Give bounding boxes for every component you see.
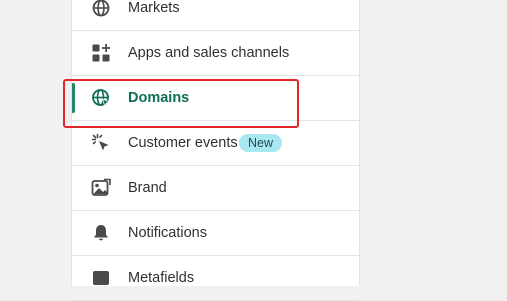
- nav-item-notifications[interactable]: Notifications: [72, 211, 359, 256]
- apps-icon: [91, 43, 111, 63]
- domain-globe-icon: [91, 88, 111, 108]
- cursor-click-icon: [91, 133, 111, 153]
- nav-item-apps-and-sales-channels[interactable]: Apps and sales channels: [72, 31, 359, 76]
- nav-item-brand[interactable]: Brand: [72, 166, 359, 211]
- nav-item-metafields[interactable]: Metafields: [72, 256, 359, 301]
- nav-item-label: Markets: [128, 0, 180, 16]
- metafields-icon: [91, 268, 111, 288]
- globe-icon: [91, 0, 111, 18]
- active-indicator: [72, 83, 75, 113]
- nav-item-label: Domains: [128, 90, 190, 106]
- nav-item-label: Notifications: [128, 225, 207, 241]
- nav-item-label: Metafields: [128, 270, 195, 286]
- settings-nav-panel: Markets Apps and sales channels Domains: [71, 0, 360, 301]
- nav-item-markets[interactable]: Markets: [72, 0, 359, 31]
- new-badge: New: [239, 134, 283, 152]
- nav-item-customer-events[interactable]: Customer events New: [72, 121, 359, 166]
- brand-image-icon: [91, 178, 111, 198]
- nav-item-label: Customer events: [128, 135, 238, 151]
- nav-item-domains[interactable]: Domains: [72, 76, 359, 121]
- nav-item-label: Apps and sales channels: [128, 45, 290, 61]
- nav-item-label: Brand: [128, 180, 167, 196]
- bell-icon: [91, 223, 111, 243]
